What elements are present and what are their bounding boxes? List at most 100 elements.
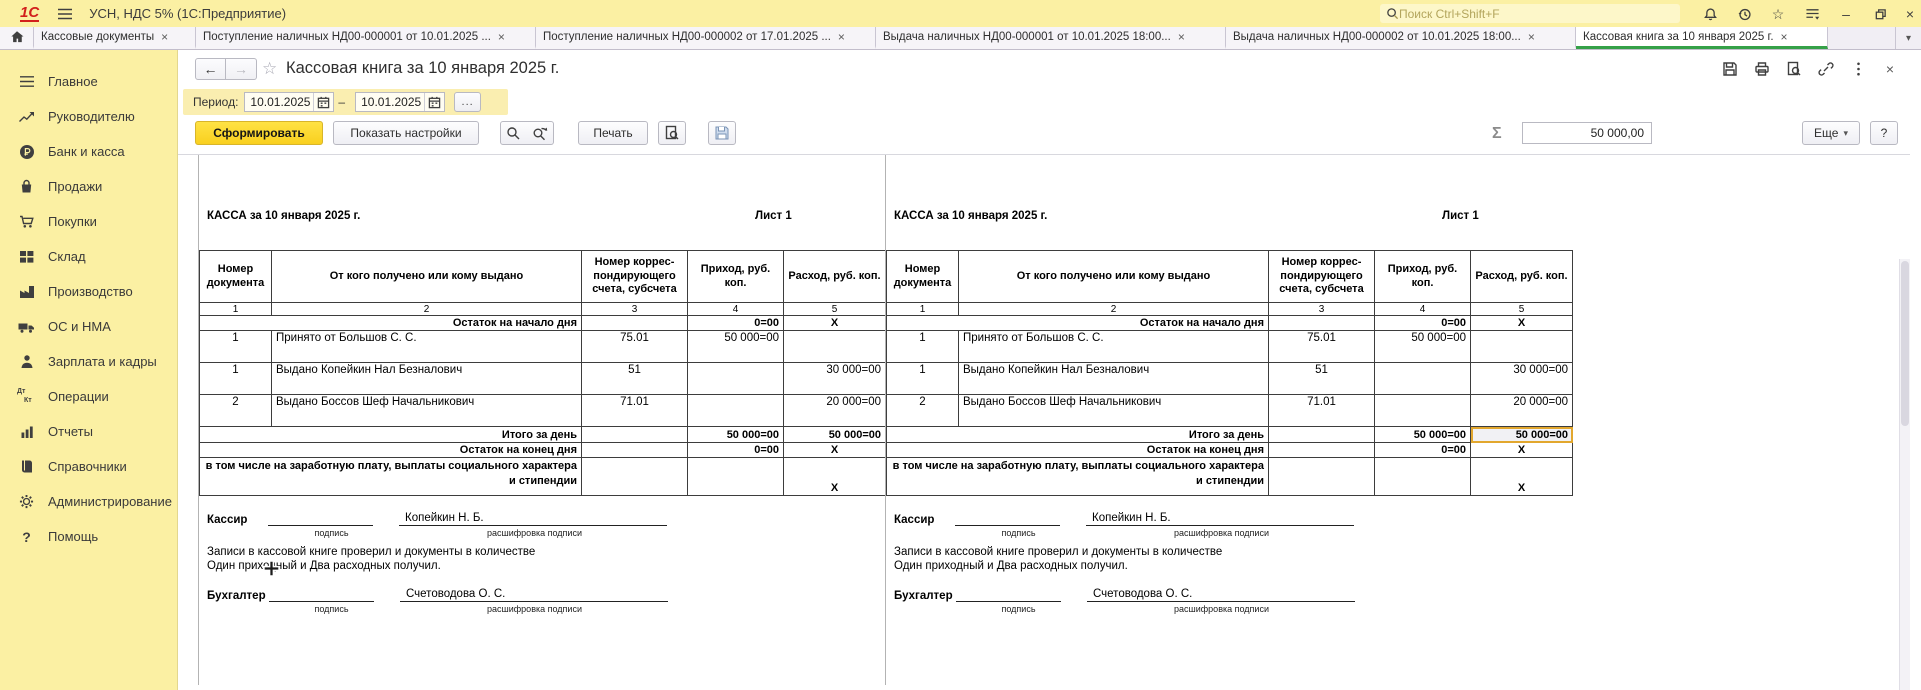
- forward-button[interactable]: →: [226, 58, 257, 80]
- col-counterparty[interactable]: От кого получено или кому выдано: [272, 251, 582, 303]
- tab-cash-receipt-2[interactable]: Поступление наличных НД00-000002 от 17.0…: [536, 27, 876, 49]
- global-search[interactable]: [1380, 4, 1680, 23]
- bar-chart-icon: [17, 423, 36, 440]
- tab-close-icon[interactable]: ×: [1781, 30, 1788, 44]
- calendar-icon[interactable]: [424, 93, 444, 111]
- tab-cash-receipt-1[interactable]: Поступление наличных НД00-000001 от 10.0…: [196, 27, 536, 49]
- cashbook-footer: Кассир Копейкин Н. Б. подпись расшифровк…: [894, 511, 1564, 615]
- window-restore-button[interactable]: [1870, 4, 1890, 24]
- sidebar-item-help[interactable]: ? Помощь: [0, 519, 177, 554]
- tab-close-icon[interactable]: ×: [1178, 30, 1185, 44]
- print-icon[interactable]: [1753, 60, 1771, 78]
- sidebar-item-salary-hr[interactable]: Зарплата и кадры: [0, 344, 177, 379]
- col-counterparty[interactable]: От кого получено или кому выдано: [959, 251, 1269, 303]
- table-row: 1 Принято от Большов С. С. 75.01 50 000=…: [200, 331, 886, 363]
- total-rashod-cell[interactable]: 50 000=00: [1471, 427, 1573, 443]
- tab-close-icon[interactable]: ×: [498, 30, 505, 44]
- signature-line: [268, 513, 373, 526]
- col-expense[interactable]: Расход, руб. коп.: [1471, 251, 1573, 303]
- total-prihod-cell[interactable]: 50 000=00: [688, 427, 784, 443]
- col-corr-account[interactable]: Номер коррес­пондирующего счета, субсчет…: [582, 251, 688, 303]
- closing-balance-row: Остаток на конец дня 0=00 X: [200, 443, 886, 458]
- back-button[interactable]: ←: [195, 58, 226, 80]
- period-range-button[interactable]: ...: [454, 92, 481, 112]
- print-button[interactable]: Печать: [578, 121, 648, 145]
- tab-overflow-dropdown-icon[interactable]: ▾: [1895, 27, 1921, 49]
- sidebar-item-administration[interactable]: Администрирование: [0, 484, 177, 519]
- link-icon[interactable]: [1817, 60, 1835, 78]
- tab-cash-issue-1[interactable]: Выдача наличных НД00-000001 от 10.01.202…: [876, 27, 1226, 49]
- sidebar-item-operations[interactable]: ДтКт Операции: [0, 379, 177, 414]
- favorites-star-icon[interactable]: ☆: [1768, 4, 1788, 24]
- total-prihod-cell[interactable]: 50 000=00: [1375, 427, 1471, 443]
- sidebar-item-bank-cash[interactable]: Банк и касса: [0, 134, 177, 169]
- col-income[interactable]: Приход, руб. коп.: [1375, 251, 1471, 303]
- total-rashod-cell[interactable]: 50 000=00: [784, 427, 886, 443]
- period-to-input[interactable]: [356, 95, 424, 109]
- preview-icon[interactable]: [1785, 60, 1803, 78]
- main-menu-icon[interactable]: [57, 7, 73, 21]
- sidebar-item-production[interactable]: Производство: [0, 274, 177, 309]
- find-button[interactable]: [500, 121, 527, 145]
- close-form-icon[interactable]: ×: [1881, 60, 1899, 78]
- signature-decode-caption: расшифровка подписи: [1129, 604, 1314, 614]
- tab-home[interactable]: [0, 27, 34, 49]
- find-next-button[interactable]: [526, 121, 554, 145]
- tab-close-icon[interactable]: ×: [161, 30, 168, 44]
- signature-caption: подпись: [279, 604, 384, 614]
- app-window: 1С УСН, НДС 5% (1С:Предприятие) ☆ – ×: [0, 0, 1921, 690]
- more-button[interactable]: Еще▾: [1802, 121, 1860, 145]
- tab-close-icon[interactable]: ×: [838, 30, 845, 44]
- sidebar-item-directories[interactable]: Справочники: [0, 449, 177, 484]
- search-input[interactable]: [1399, 7, 1659, 21]
- tab-cash-issue-2[interactable]: Выдача наличных НД00-000002 от 10.01.202…: [1226, 27, 1576, 49]
- col-income[interactable]: Приход, руб. коп.: [688, 251, 784, 303]
- period-to-field[interactable]: [355, 92, 445, 112]
- cashier-name: Копейкин Н. Б.: [399, 512, 667, 526]
- show-settings-button[interactable]: Показать настройки: [333, 121, 479, 145]
- service-menu-icon[interactable]: [1802, 4, 1822, 24]
- sidebar-item-main[interactable]: Главное: [0, 64, 177, 99]
- tab-cash-documents[interactable]: Кассовые документы ×: [34, 27, 196, 49]
- col-expense[interactable]: Расход, руб. коп.: [784, 251, 886, 303]
- sidebar-item-warehouse[interactable]: Склад: [0, 239, 177, 274]
- window-minimize-button[interactable]: –: [1836, 4, 1856, 24]
- period-from-input[interactable]: [245, 95, 313, 109]
- save-report-button[interactable]: [708, 121, 736, 145]
- tab-label: Поступление наличных НД00-000002 от 17.0…: [543, 31, 831, 43]
- more-dots-icon[interactable]: [1849, 60, 1867, 78]
- sheet-number: Лист 1: [755, 210, 792, 222]
- person-icon: [17, 353, 36, 370]
- scrollbar-thumb[interactable]: [1901, 261, 1909, 426]
- debit-credit-icon: ДтКт: [17, 388, 36, 405]
- notifications-bell-icon[interactable]: [1700, 4, 1720, 24]
- sheet-number: Лист 1: [1442, 210, 1479, 222]
- col-doc-number[interactable]: Номер документа: [887, 251, 959, 303]
- sidebar-item-purchases[interactable]: Покупки: [0, 204, 177, 239]
- tab-cash-book-active[interactable]: Кассовая книга за 10 января 2025 г. ×: [1576, 27, 1828, 49]
- tab-close-icon[interactable]: ×: [1528, 30, 1535, 44]
- vertical-scrollbar[interactable]: [1899, 259, 1910, 690]
- report-header-row: ← → ☆ Кассовая книга за 10 января 2025 г…: [178, 56, 1921, 84]
- print-preview-button[interactable]: [658, 121, 686, 145]
- sidebar-item-manager[interactable]: Руководителю: [0, 99, 177, 134]
- trend-arrow-icon: [17, 108, 36, 125]
- sidebar-item-fixed-assets[interactable]: ОС и НМА: [0, 309, 177, 344]
- history-icon[interactable]: [1734, 4, 1754, 24]
- sum-field[interactable]: [1522, 122, 1652, 144]
- daily-total-row: Итого за день 50 000=00 50 000=00: [200, 427, 886, 443]
- window-close-button[interactable]: ×: [1900, 4, 1920, 24]
- sidebar-item-reports[interactable]: Отчеты: [0, 414, 177, 449]
- accountant-label: Бухгалтер: [207, 590, 269, 602]
- favorite-star-icon[interactable]: ☆: [262, 59, 277, 79]
- col-doc-number[interactable]: Номер документа: [200, 251, 272, 303]
- calendar-icon[interactable]: [313, 93, 333, 111]
- save-icon[interactable]: [1721, 60, 1739, 78]
- period-from-field[interactable]: [244, 92, 334, 112]
- cashbook-table: Номер документа От кого получено или ком…: [886, 250, 1573, 496]
- help-button[interactable]: ?: [1870, 121, 1898, 145]
- col-corr-account[interactable]: Номер коррес­пондирующего счета, субсчет…: [1269, 251, 1375, 303]
- generate-button[interactable]: Сформировать: [195, 121, 323, 145]
- checked-line-2: Один приходный и Два расходных получил.: [894, 560, 1564, 574]
- sidebar-item-sales[interactable]: Продажи: [0, 169, 177, 204]
